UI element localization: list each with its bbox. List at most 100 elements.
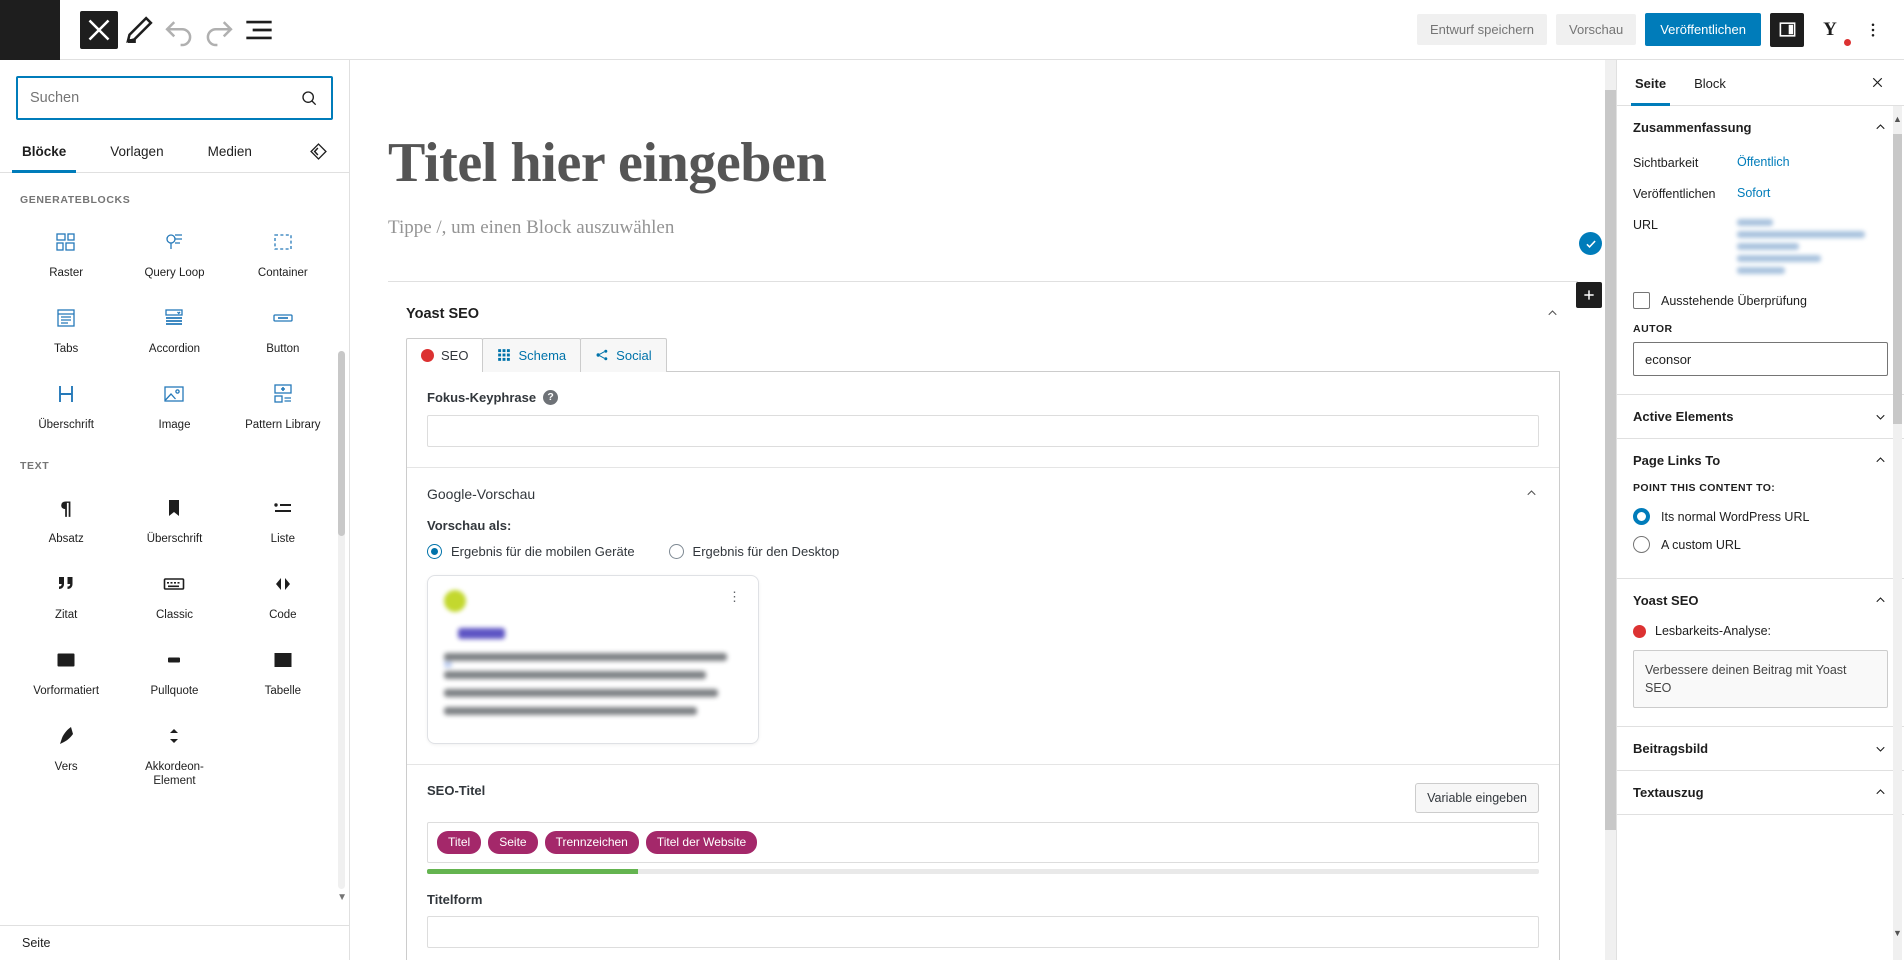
block-accordion[interactable]: Accordion — [120, 291, 228, 367]
tab-seo[interactable]: SEO — [406, 337, 484, 373]
more-options-button[interactable] — [1856, 13, 1890, 47]
preview-button[interactable]: Vorschau — [1556, 14, 1637, 45]
serp-kebab-menu-icon[interactable]: ⋮ — [728, 590, 742, 603]
block-label: Pattern Library — [245, 419, 321, 431]
sidebar-tab-bar: Seite Block — [1617, 60, 1904, 106]
post-title-input[interactable]: Titel hier eingeben — [388, 60, 1578, 217]
code-view-toggle[interactable] — [308, 141, 329, 162]
google-preview-header[interactable]: Google-Vorschau — [427, 486, 1539, 502]
keyboard-icon — [162, 569, 186, 599]
chevron-up-icon[interactable] — [1873, 785, 1888, 800]
chevron-up-icon[interactable] — [1524, 486, 1539, 501]
close-editor-button[interactable] — [80, 10, 118, 49]
list-view-button[interactable] — [240, 11, 278, 49]
block-akkordeon-element[interactable]: Akkordeon-Element — [120, 709, 228, 799]
radio-normal-wp-url[interactable]: Its normal WordPress URL — [1633, 504, 1888, 532]
container-icon — [271, 227, 295, 257]
variable-chip-seite[interactable]: Seite — [488, 830, 538, 855]
block-container[interactable]: Container — [229, 215, 337, 291]
sidebar-scroll-up-arrow[interactable]: ▲ — [1892, 112, 1903, 126]
inserter-block-list[interactable]: GENERATEBLOCKS Raster Query Loop Contain… — [0, 173, 349, 925]
block-pattern-library[interactable]: Pattern Library — [229, 367, 337, 443]
chevron-up-icon[interactable] — [1873, 593, 1888, 608]
publish-button[interactable]: Veröffentlichen — [1645, 13, 1761, 46]
keyphrase-input[interactable] — [427, 414, 1539, 447]
block-zitat[interactable]: Zitat — [12, 557, 120, 633]
canvas-scrollbar-thumb[interactable] — [1605, 90, 1616, 830]
sidebar-panels[interactable]: Zusammenfassung Sichtbarkeit Öffentlich … — [1617, 106, 1904, 960]
block-tabs[interactable]: Tabs — [12, 291, 120, 367]
add-block-button[interactable] — [1576, 282, 1602, 308]
pending-review-checkbox-row[interactable]: Ausstehende Überprüfung — [1633, 284, 1888, 323]
block-absatz[interactable]: ¶ Absatz — [12, 481, 120, 557]
inserter-scroll-down-arrow[interactable]: ▼ — [337, 892, 347, 903]
radio-mobile[interactable]: Ergebnis für die mobilen Geräte — [427, 543, 635, 559]
block-ueberschrift-text[interactable]: Überschrift — [120, 481, 228, 557]
redo-button[interactable] — [200, 11, 238, 49]
settings-sidebar-toggle[interactable] — [1770, 12, 1804, 47]
tab-seite[interactable]: Seite — [1621, 60, 1680, 106]
block-raster[interactable]: Raster — [12, 215, 120, 291]
help-icon[interactable]: ? — [543, 389, 559, 405]
block-image-gb[interactable]: Image — [120, 367, 228, 443]
panel-header-zusammenfassung[interactable]: Zusammenfassung — [1617, 106, 1904, 149]
panel-header-yoast-seo[interactable]: Yoast SEO — [1617, 579, 1904, 622]
canvas-scroll-area[interactable]: Titel hier eingeben Tippe /, um einen Bl… — [350, 60, 1616, 960]
save-draft-button[interactable]: Entwurf speichern — [1416, 14, 1548, 45]
variable-chip-trennzeichen[interactable]: Trennzeichen — [544, 830, 639, 855]
panel-header-active-elements[interactable]: Active Elements — [1617, 395, 1904, 438]
chevron-up-icon[interactable] — [1545, 306, 1560, 321]
tab-bloecke[interactable]: Blöcke — [11, 130, 77, 173]
block-vorformatiert[interactable]: Vorformatiert — [12, 633, 120, 709]
post-body-placeholder[interactable]: Tippe /, um einen Block auszuwählen — [388, 217, 1578, 281]
block-liste[interactable]: Liste — [229, 481, 337, 557]
chevron-down-icon[interactable] — [1873, 741, 1888, 756]
pending-review-checkbox[interactable] — [1633, 292, 1650, 309]
panel-header-page-links-to[interactable]: Page Links To — [1617, 439, 1904, 482]
close-sidebar-button[interactable] — [1860, 66, 1894, 100]
tab-vorlagen[interactable]: Vorlagen — [110, 130, 163, 172]
row-value-url-redacted[interactable] — [1737, 217, 1865, 274]
chevron-down-icon[interactable] — [1873, 409, 1888, 424]
radio-custom-url[interactable]: A custom URL — [1633, 532, 1888, 560]
variable-chip-titel[interactable]: Titel — [437, 830, 482, 855]
undo-button[interactable] — [160, 11, 198, 49]
yoast-metabox-header[interactable]: Yoast SEO — [406, 298, 1560, 338]
search-input[interactable] — [30, 90, 299, 106]
block-vers[interactable]: Vers — [12, 709, 120, 799]
row-value-visibility[interactable]: Öffentlich — [1737, 155, 1790, 169]
title-form-input[interactable] — [427, 916, 1539, 949]
tab-block[interactable]: Block — [1680, 60, 1740, 105]
tab-social[interactable]: Social — [580, 337, 667, 372]
radio-desktop[interactable]: Ergebnis für den Desktop — [668, 543, 839, 559]
panel-header-beitragsbild[interactable]: Beitragsbild — [1617, 727, 1904, 770]
block-pullquote[interactable]: Pullquote — [120, 633, 228, 709]
block-classic[interactable]: Classic — [120, 557, 228, 633]
tab-medien[interactable]: Medien — [208, 130, 252, 172]
search-field-wrapper[interactable] — [16, 76, 333, 120]
inserter-scrollbar-thumb[interactable] — [338, 351, 345, 536]
row-value-publish[interactable]: Sofort — [1737, 186, 1770, 200]
block-button[interactable]: Button — [229, 291, 337, 367]
block-code[interactable]: Code — [229, 557, 337, 633]
variable-chip-titel-der-website[interactable]: Titel der Website — [645, 830, 758, 855]
block-empty — [229, 709, 337, 799]
tab-schema[interactable]: Schema — [482, 337, 582, 372]
insert-variable-button[interactable]: Variable eingeben — [1415, 782, 1539, 813]
author-label: AUTOR — [1633, 323, 1673, 335]
chevron-up-icon[interactable] — [1873, 453, 1888, 468]
author-input[interactable] — [1633, 342, 1888, 376]
generateblocks-grid: Raster Query Loop Container Tabs Accordi… — [0, 215, 349, 443]
sidebar-scrollbar-thumb[interactable] — [1893, 134, 1902, 424]
edit-mode-button[interactable] — [120, 11, 158, 49]
block-tabelle[interactable]: Tabelle — [229, 633, 337, 709]
chevron-up-icon[interactable] — [1873, 120, 1888, 135]
desc-line — [444, 688, 719, 697]
block-ueberschrift-gb[interactable]: Überschrift — [12, 367, 120, 443]
block-query-loop[interactable]: Query Loop — [120, 215, 228, 291]
sidebar-scroll-down-arrow[interactable]: ▼ — [1892, 926, 1903, 940]
seo-title-field[interactable]: Titel Seite Trennzeichen Titel der Websi… — [427, 821, 1539, 864]
preview-mode-radios: Ergebnis für die mobilen Geräte Ergebnis… — [427, 543, 1539, 559]
yoast-seo-button[interactable]: Y — [1813, 13, 1851, 47]
panel-header-textauszug[interactable]: Textauszug — [1617, 771, 1904, 814]
